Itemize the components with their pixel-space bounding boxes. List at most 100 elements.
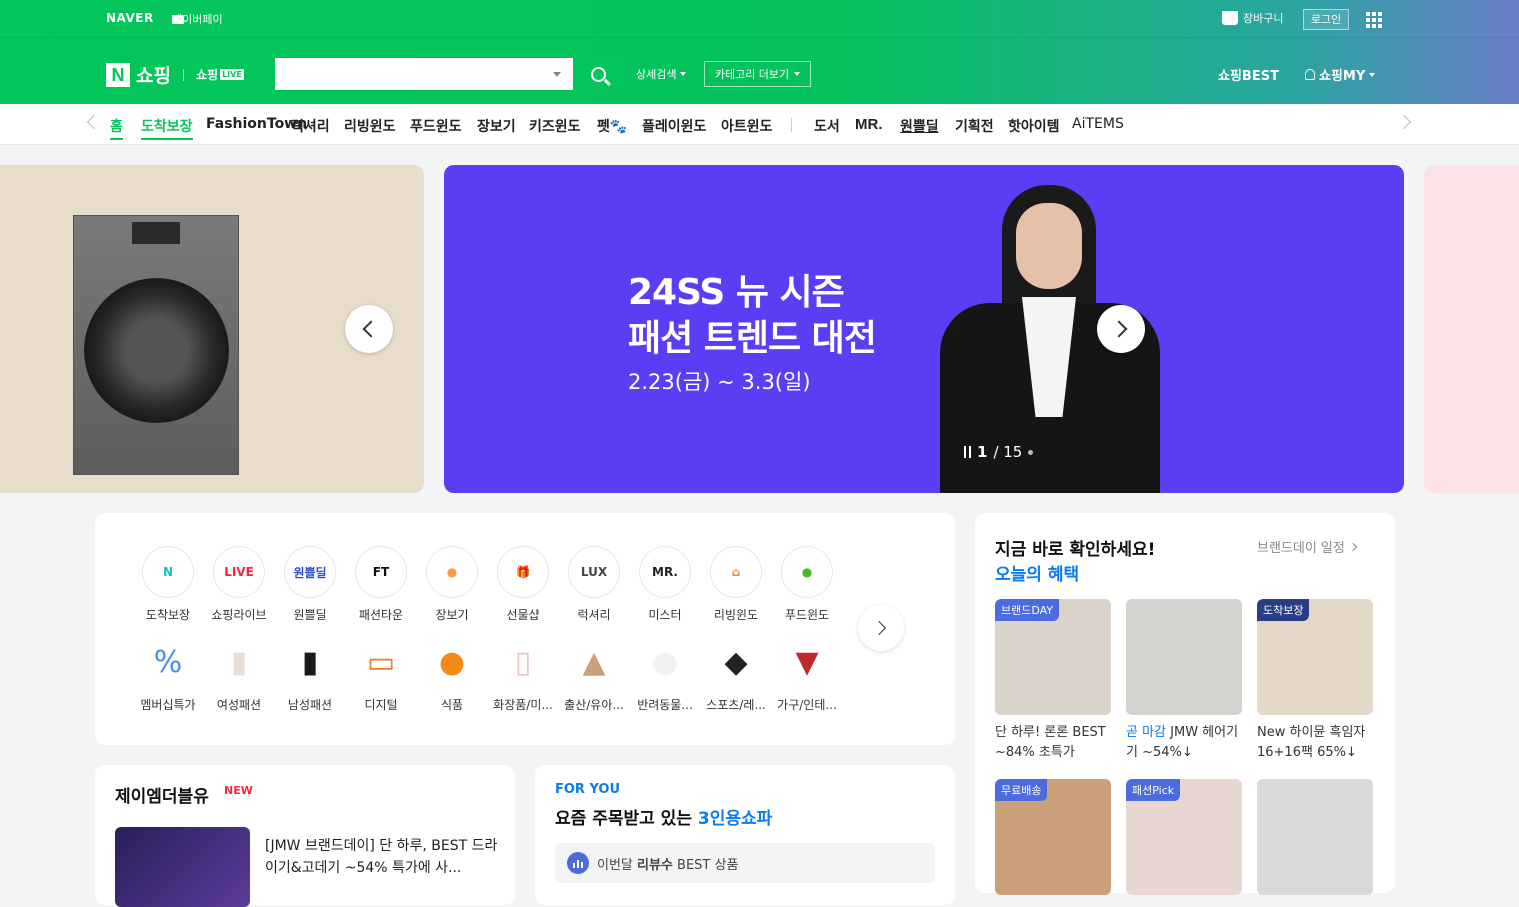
- sports-icon: ◆: [724, 644, 748, 680]
- banner-prev-button[interactable]: [345, 305, 393, 353]
- category-luxury[interactable]: LUX 럭셔리: [558, 546, 630, 623]
- benefit-desc-text: 단 하루! 론론 BEST ~84% 초특가: [995, 725, 1106, 760]
- category-gift[interactable]: 🎁 선물샵: [487, 546, 559, 623]
- category-label: 반려동물...: [637, 698, 693, 712]
- nav-prev-icon[interactable]: [86, 114, 102, 130]
- bar-chart-icon: [567, 852, 589, 874]
- category-label: 출산/유아...: [564, 698, 624, 712]
- naver-link[interactable]: NAVER: [106, 11, 154, 25]
- nav-item-luxury[interactable]: 럭셔리: [291, 116, 330, 136]
- shopping-my-button[interactable]: 쇼핑MY: [1305, 65, 1376, 84]
- autocomplete-toggle-icon[interactable]: [553, 72, 561, 77]
- category-digital[interactable]: ▭ 디지털: [345, 636, 417, 713]
- nav-item-play-window[interactable]: 플레이윈도: [642, 116, 706, 136]
- nav-item-home[interactable]: 홈: [110, 116, 123, 140]
- nav-item-hot-items[interactable]: 핫아이템: [1008, 116, 1060, 136]
- nav-divider: [791, 118, 792, 132]
- cart-icon: [1222, 11, 1238, 25]
- chevron-down-icon: [680, 72, 687, 76]
- nav-item-kids-window[interactable]: 키즈윈도: [529, 116, 581, 136]
- category-delivery-guarantee[interactable]: N 도착보장: [132, 546, 204, 623]
- search-input[interactable]: [275, 58, 535, 90]
- category-live[interactable]: LIVE 쇼핑라이브: [203, 546, 275, 623]
- nav-next-icon[interactable]: [1396, 114, 1412, 130]
- banner-next-button[interactable]: [1097, 305, 1145, 353]
- pager-dot-icon: [1028, 449, 1034, 455]
- cart-link[interactable]: 장바구니: [1222, 10, 1283, 26]
- fashion-town-icon: FT: [355, 546, 407, 598]
- brand-product-desc[interactable]: [JMW 브랜드데이] 단 하루, BEST 드라이기&고데기 ~54% 특가에…: [265, 835, 500, 879]
- nav-item-living-window[interactable]: 리빙윈도: [344, 116, 396, 136]
- category-mens-fashion[interactable]: ▮ 남성패션: [274, 636, 346, 713]
- nav-item-delivery-guarantee[interactable]: 도착보장: [141, 116, 193, 140]
- category-sports[interactable]: ◆ 스포츠/레...: [700, 636, 772, 713]
- nav-item-aitems[interactable]: AiTEMS: [1072, 116, 1124, 132]
- nav-item-oneplus-deal[interactable]: 원쁠딜: [900, 116, 939, 136]
- apps-grid-icon[interactable]: [1366, 12, 1382, 28]
- detail-search-button[interactable]: 상세검색: [636, 66, 687, 82]
- gift-icon: 🎁: [497, 546, 549, 598]
- shopping-best-link[interactable]: 쇼핑BEST: [1218, 65, 1279, 84]
- brand-day-schedule-link[interactable]: 브랜드데이 일정: [1257, 537, 1358, 556]
- benefit-thumb[interactable]: 무료배송: [995, 779, 1111, 895]
- category-more-button[interactable]: 카테고리 더보기: [704, 61, 811, 87]
- category-membership[interactable]: % 멤버십특가: [132, 636, 204, 713]
- nav-item-mister[interactable]: MR.: [855, 116, 883, 133]
- detail-search-label: 상세검색: [636, 68, 677, 81]
- benefit-desc[interactable]: 단 하루! 론론 BEST ~84% 초특가: [995, 723, 1113, 763]
- search-button[interactable]: [573, 58, 623, 90]
- digital-icon: ▭: [366, 644, 396, 680]
- naver-pay-link[interactable]: 네이버페이: [172, 11, 223, 27]
- for-you-headline[interactable]: 요즘 주목받고 있는 3인용쇼파: [555, 804, 772, 829]
- shopping-live-link[interactable]: 쇼핑 LIVE: [196, 66, 244, 83]
- main-banner[interactable]: 24SS 뉴 시즌 패션 트렌드 대전 2.23(금) ~ 3.3(일): [444, 165, 1404, 493]
- review-best-suffix: BEST 상품: [672, 857, 739, 873]
- benefit-thumb[interactable]: 패션Pick: [1126, 779, 1242, 895]
- nav-item-food-window[interactable]: 푸드윈도: [410, 116, 462, 136]
- benefit-thumb[interactable]: 도착보장: [1257, 599, 1373, 715]
- pause-icon[interactable]: [964, 446, 971, 458]
- benefit-desc[interactable]: 곧 마감 JMW 헤어기기 ~54%↓: [1126, 723, 1244, 763]
- category-fashion-town[interactable]: FT 패션타운: [345, 546, 417, 623]
- category-oneplus-deal[interactable]: 원쁠딜 원쁠딜: [274, 546, 346, 623]
- benefit-thumb[interactable]: [1257, 779, 1373, 895]
- category-baby[interactable]: ▲ 출산/유아...: [558, 636, 630, 713]
- shopping-logo[interactable]: N 쇼핑 쇼핑 LIVE: [106, 61, 244, 88]
- category-food-window[interactable]: ● 푸드윈도: [771, 546, 843, 623]
- brand-product-image[interactable]: [115, 827, 250, 907]
- cosmetics-icon: ▯: [514, 644, 532, 680]
- review-best-row[interactable]: 이번달 리뷰수 BEST 상품: [555, 843, 935, 883]
- category-pet[interactable]: ● 반려동물...: [629, 636, 701, 713]
- banner-next-slide[interactable]: [1424, 165, 1519, 493]
- category-mister[interactable]: MR. 미스터: [629, 546, 701, 623]
- category-living-window[interactable]: ⌂ 리빙윈도: [700, 546, 772, 623]
- nav-item-books[interactable]: 도서: [814, 116, 840, 136]
- oneplus-deal-icon: 원쁠딜: [284, 546, 336, 598]
- category-cosmetics[interactable]: ▯ 화장품/미...: [487, 636, 559, 713]
- category-label: 미스터: [648, 608, 682, 622]
- login-button[interactable]: 로그인: [1303, 9, 1349, 30]
- nav-item-grocery[interactable]: 장보기: [477, 116, 516, 136]
- benefit-subtitle: 오늘의 혜택: [995, 565, 1080, 585]
- benefit-thumb[interactable]: [1126, 599, 1242, 715]
- brand-card-jmw[interactable]: 제이엠더블유 NEW [JMW 브랜드데이] 단 하루, BEST 드라이기&고…: [95, 765, 515, 907]
- category-grocery[interactable]: ● 장보기: [416, 546, 488, 623]
- categories-next-button[interactable]: [858, 605, 904, 651]
- brand-title: 제이엠더블유: [115, 787, 209, 807]
- category-furniture[interactable]: ▼ 가구/인테...: [771, 636, 843, 713]
- nav-item-pet[interactable]: 펫🐾: [597, 116, 627, 136]
- benefit-desc[interactable]: New 하이뮨 흑임자 16+16팩 65%↓: [1257, 723, 1375, 763]
- category-food[interactable]: ● 식품: [416, 636, 488, 713]
- nav-item-art-window[interactable]: 아트윈도: [721, 116, 773, 136]
- category-label: 원쁠딜: [293, 608, 327, 622]
- category-label: 가구/인테...: [777, 698, 837, 712]
- mister-icon: MR.: [639, 546, 691, 598]
- category-label: 스포츠/레...: [706, 698, 766, 712]
- category-label: 쇼핑라이브: [211, 608, 267, 622]
- category-label: 디지털: [364, 698, 398, 712]
- search-icon: [590, 66, 606, 82]
- benefit-thumb[interactable]: 브랜드DAY: [995, 599, 1111, 715]
- nav-item-exhibitions[interactable]: 기획전: [955, 116, 994, 136]
- mens-fashion-icon: ▮: [301, 644, 319, 680]
- category-womens-fashion[interactable]: ▮ 여성패션: [203, 636, 275, 713]
